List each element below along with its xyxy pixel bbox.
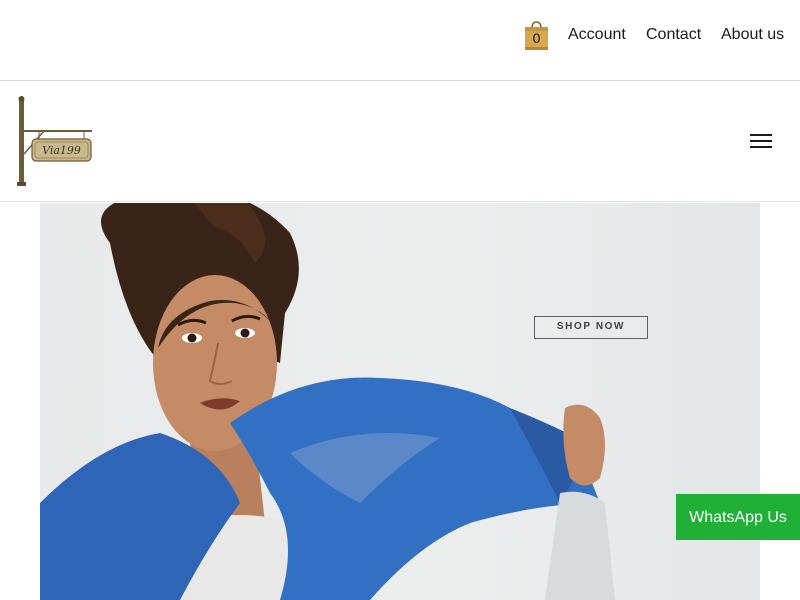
- account-link[interactable]: Account: [568, 25, 626, 45]
- logo-text: Via199: [42, 144, 81, 157]
- site-logo[interactable]: Via199: [14, 96, 94, 188]
- cart-count: 0: [532, 30, 541, 46]
- cart-button[interactable]: 0: [523, 21, 550, 51]
- hero-image: [40, 203, 615, 600]
- hamburger-menu-icon[interactable]: [748, 132, 774, 152]
- menu-line: [750, 134, 772, 136]
- hero-banner[interactable]: SHOP NOW: [40, 203, 760, 600]
- site-header: Via199: [0, 82, 800, 202]
- menu-line: [750, 140, 772, 142]
- menu-line: [750, 146, 772, 148]
- top-utility-bar: 0 Account Contact About us: [0, 0, 800, 81]
- whatsapp-button[interactable]: WhatsApp Us: [676, 494, 800, 540]
- shop-now-button[interactable]: SHOP NOW: [534, 316, 648, 339]
- contact-link[interactable]: Contact: [646, 25, 701, 45]
- about-us-link[interactable]: About us: [721, 25, 784, 45]
